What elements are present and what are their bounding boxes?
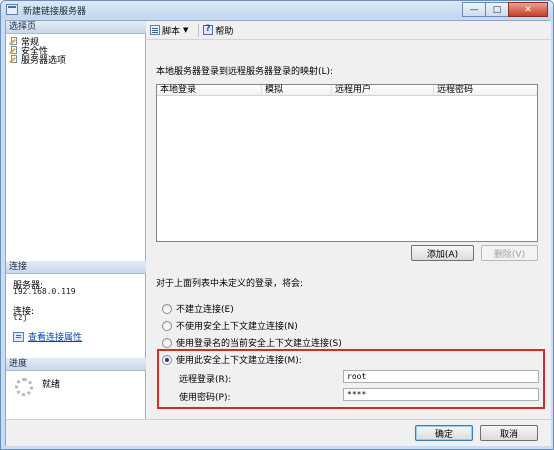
dialog-window: 新建链接服务器 — □ ✕ 选择页 常规 安全性 服务器选项 连接 服务器: 1… — [0, 0, 554, 450]
toolbar: 脚本 ▼ 帮助 — [147, 21, 551, 40]
dialog-client: 选择页 常规 安全性 服务器选项 连接 服务器: 192.168.0.119 连… — [5, 20, 551, 446]
help-label: 帮助 — [215, 26, 234, 37]
remove-button[interactable]: 删除(V) — [481, 245, 538, 261]
column-remote-password[interactable]: 远程密码 — [434, 85, 537, 96]
nav-item-server-options[interactable]: 服务器选项 — [9, 54, 67, 66]
progress-status: 就绪 — [42, 380, 61, 390]
server-value: 192.168.0.119 — [13, 287, 76, 296]
page-icon — [9, 54, 19, 64]
password-label: 使用密码(P): — [179, 393, 231, 403]
password-input[interactable]: **** — [343, 388, 539, 401]
column-impersonate[interactable]: 模拟 — [262, 85, 332, 96]
radio-button[interactable] — [162, 303, 172, 314]
window-title: 新建链接服务器 — [23, 7, 87, 17]
properties-icon — [13, 331, 24, 342]
chevron-down-icon[interactable]: ▼ — [183, 26, 188, 34]
minimize-button[interactable]: — — [462, 2, 486, 17]
grid-header: 本地登录 模拟 远程用户 远程密码 — [157, 85, 537, 96]
progress-header: 进度 — [6, 358, 146, 371]
radio-button-selected[interactable] — [162, 354, 172, 365]
close-button[interactable]: ✕ — [508, 2, 548, 17]
window-app-icon — [6, 4, 18, 15]
radio-option-this-security-context[interactable]: 使用此安全上下文建立连接(M): — [162, 353, 302, 366]
mapping-label: 本地服务器登录到远程服务器登录的映射(L): — [156, 67, 334, 77]
connection-header: 连接 — [6, 261, 146, 274]
radio-option-no-connection[interactable]: 不建立连接(E) — [162, 302, 234, 315]
left-pane: 选择页 常规 安全性 服务器选项 连接 服务器: 192.168.0.119 连… — [6, 21, 146, 419]
title-bar[interactable]: 新建链接服务器 — □ ✕ — [1, 1, 553, 19]
view-connection-properties-link[interactable]: 查看连接属性 — [28, 330, 82, 343]
radio-label: 使用此安全上下文建立连接(M): — [176, 356, 302, 366]
help-button[interactable]: 帮助 — [203, 24, 233, 37]
right-pane: 脚本 ▼ 帮助 本地服务器登录到远程服务器登录的映射(L): 本地登录 模拟 远… — [147, 21, 551, 419]
radio-button[interactable] — [162, 320, 172, 331]
view-connection-properties[interactable]: 查看连接属性 — [13, 330, 82, 343]
toolbar-separator — [198, 23, 200, 37]
window-controls: — □ ✕ — [462, 2, 548, 17]
radio-option-current-security-context[interactable]: 使用登录名的当前安全上下文建立连接(S) — [162, 336, 342, 349]
script-button[interactable]: 脚本 ▼ — [150, 24, 190, 37]
ok-button[interactable]: 确定 — [415, 425, 473, 441]
help-icon — [203, 24, 214, 35]
cancel-button[interactable]: 取消 — [480, 425, 538, 441]
remote-login-input[interactable]: root — [343, 370, 539, 383]
select-page-header: 选择页 — [6, 21, 146, 34]
script-label: 脚本 — [162, 26, 181, 37]
radio-option-no-security-context[interactable]: 不使用安全上下文建立连接(N) — [162, 319, 298, 332]
undefined-logins-label: 对于上面列表中未定义的登录，将会: — [156, 279, 304, 289]
connection-value: tzj — [13, 313, 28, 322]
add-button[interactable]: 添加(A) — [411, 245, 474, 261]
column-remote-user[interactable]: 远程用户 — [332, 85, 434, 96]
radio-label: 不使用安全上下文建立连接(N) — [176, 322, 298, 332]
remote-login-label: 远程登录(R): — [179, 375, 232, 385]
nav-item-label: 服务器选项 — [21, 55, 67, 66]
progress-spinner-icon — [15, 378, 33, 396]
column-local-login[interactable]: 本地登录 — [157, 85, 262, 96]
dialog-button-bar: 确定 取消 — [6, 419, 551, 446]
radio-label: 使用登录名的当前安全上下文建立连接(S) — [176, 339, 342, 349]
maximize-button[interactable]: □ — [485, 2, 509, 17]
login-mapping-grid[interactable]: 本地登录 模拟 远程用户 远程密码 — [156, 84, 538, 242]
radio-button[interactable] — [162, 337, 172, 348]
script-icon — [150, 25, 160, 35]
radio-label: 不建立连接(E) — [176, 305, 234, 315]
